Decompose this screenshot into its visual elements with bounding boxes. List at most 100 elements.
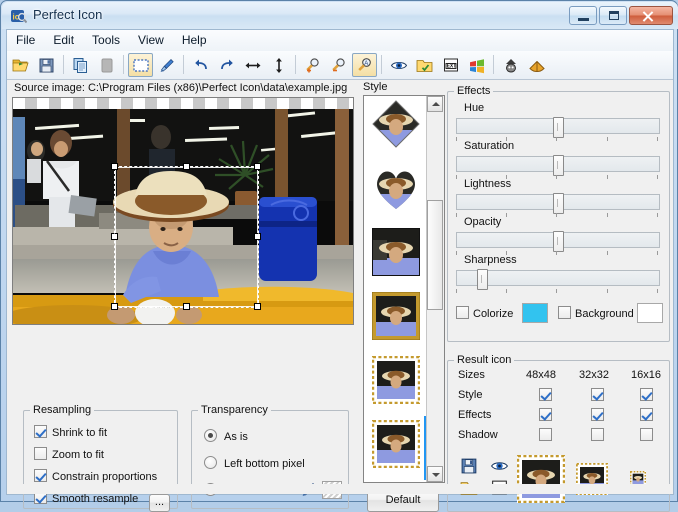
result-preview-48[interactable] — [517, 455, 565, 503]
toolbar-apply-folder-button[interactable] — [412, 53, 437, 77]
selection-handle-se[interactable] — [254, 303, 261, 310]
toolbar-windows-button[interactable] — [464, 53, 489, 77]
menu-edit[interactable]: Edit — [44, 30, 83, 50]
style-scrollbar[interactable] — [426, 96, 444, 482]
transparency-as-is-radio[interactable] — [204, 429, 217, 442]
toolbar-select-region-button[interactable] — [128, 53, 153, 77]
selection-handle-sw[interactable] — [111, 303, 118, 310]
selection-handle-s[interactable] — [183, 303, 190, 310]
transparency-as-is-label: As is — [224, 431, 248, 443]
toolbar-save-button[interactable] — [34, 53, 59, 77]
menu-tools[interactable]: Tools — [83, 30, 129, 50]
effects-check-32[interactable] — [591, 408, 604, 421]
style-gold-stamp-selected-thumb — [372, 420, 420, 468]
constrain-proportions-label: Constrain proportions — [52, 471, 158, 483]
selection-handle-w[interactable] — [111, 233, 118, 240]
toolbar-open-button[interactable] — [8, 53, 33, 77]
style-item-heart[interactable] — [364, 160, 428, 224]
transparency-left-bottom-pixel-radio[interactable] — [204, 456, 217, 469]
colorize-checkbox[interactable] — [456, 306, 469, 319]
maximize-icon — [609, 11, 619, 20]
style-caption: Style — [363, 81, 388, 93]
style-item-plain-dark[interactable] — [364, 224, 428, 288]
toolbar-rotate-left-button[interactable] — [188, 53, 213, 77]
toolbar-rotate-right-button[interactable] — [214, 53, 239, 77]
style-check-32[interactable] — [591, 388, 604, 401]
style-item-gold-stamp[interactable] — [364, 352, 428, 416]
constrain-proportions-checkbox[interactable] — [34, 469, 47, 482]
toolbar-separator — [381, 55, 382, 74]
rotate-left-icon — [195, 59, 207, 70]
toolbar-zoom-in-button[interactable] — [300, 53, 325, 77]
result-save-button[interactable] — [460, 457, 479, 478]
scrollbar-thumb[interactable] — [427, 200, 443, 310]
zoom-to-fit-label: Zoom to fit — [52, 449, 104, 461]
toolbar-color-picker-button[interactable] — [154, 53, 179, 77]
zoom-actual-icon: A — [358, 58, 371, 71]
style-check-48[interactable] — [539, 388, 552, 401]
scroll-up-button[interactable] — [427, 96, 443, 112]
size-16-label: 16x16 — [631, 369, 661, 381]
style-check-16[interactable] — [640, 388, 653, 401]
style-item-diamond[interactable] — [364, 96, 428, 160]
toolbar: A EXT — [7, 51, 673, 80]
toolbar-paste-button[interactable] — [94, 53, 119, 77]
shrink-to-fit-checkbox[interactable] — [34, 425, 47, 438]
shrink-to-fit-label: Shrink to fit — [52, 427, 108, 439]
toolbar-zoom-actual-button[interactable]: A — [352, 53, 377, 77]
menu-view[interactable]: View — [129, 30, 173, 50]
toolbar-zoom-out-button[interactable] — [326, 53, 351, 77]
toolbar-extract-button[interactable]: EXT — [438, 53, 463, 77]
image-preview[interactable] — [12, 97, 354, 325]
minimize-icon — [578, 18, 589, 21]
shadow-check-48[interactable] — [539, 428, 552, 441]
hue-slider-knob[interactable] — [553, 117, 564, 138]
maximize-button[interactable] — [599, 6, 627, 25]
background-color-swatch[interactable] — [637, 303, 663, 323]
selection-rectangle[interactable] — [111, 163, 261, 310]
size-48-label: 48x48 — [526, 369, 556, 381]
style-item-gold-stamp-selected[interactable] — [364, 416, 428, 480]
window-controls — [567, 6, 673, 26]
selection-handle-ne[interactable] — [254, 163, 261, 170]
toolbar-flip-vertical-button[interactable] — [266, 53, 291, 77]
opacity-slider[interactable] — [456, 231, 660, 252]
selection-handle-e[interactable] — [254, 233, 261, 240]
close-button[interactable] — [629, 6, 673, 25]
saturation-slider-knob[interactable] — [553, 155, 564, 176]
toolbar-separator — [183, 55, 184, 74]
toolbar-flip-horizontal-button[interactable] — [240, 53, 265, 77]
svg-text:A: A — [364, 61, 368, 67]
result-preview-button[interactable] — [490, 457, 509, 478]
selection-handle-n[interactable] — [183, 163, 190, 170]
lightness-slider-knob[interactable] — [553, 193, 564, 214]
toolbar-help-button[interactable] — [524, 53, 549, 77]
effects-check-16[interactable] — [640, 408, 653, 421]
resampling-options-button[interactable]: ... — [149, 494, 170, 512]
effects-check-48[interactable] — [539, 408, 552, 421]
sharpness-slider[interactable] — [456, 269, 660, 290]
scroll-down-button[interactable] — [427, 466, 443, 482]
minimize-button[interactable] — [569, 6, 597, 25]
selection-handle-nw[interactable] — [111, 163, 118, 170]
zoom-to-fit-checkbox[interactable] — [34, 447, 47, 460]
opacity-slider-knob[interactable] — [553, 231, 564, 252]
hue-slider[interactable] — [456, 117, 660, 138]
sharpness-label: Sharpness — [464, 254, 517, 266]
sharpness-slider-knob[interactable] — [477, 269, 488, 290]
shadow-check-32[interactable] — [591, 428, 604, 441]
save-icon — [39, 58, 54, 73]
shadow-check-16[interactable] — [640, 428, 653, 441]
menu-help[interactable]: Help — [173, 30, 216, 50]
menu-file[interactable]: File — [7, 30, 44, 50]
lightness-slider[interactable] — [456, 193, 660, 214]
style-item-blue-stamp[interactable] — [364, 480, 428, 482]
style-list[interactable] — [363, 95, 445, 483]
toolbar-preview-button[interactable] — [386, 53, 411, 77]
background-checkbox[interactable] — [558, 306, 571, 319]
style-item-gold-frame[interactable] — [364, 288, 428, 352]
toolbar-copy-button[interactable] — [68, 53, 93, 77]
toolbar-wizard-button[interactable] — [498, 53, 523, 77]
saturation-slider[interactable] — [456, 155, 660, 176]
colorize-color-swatch[interactable] — [522, 303, 548, 323]
